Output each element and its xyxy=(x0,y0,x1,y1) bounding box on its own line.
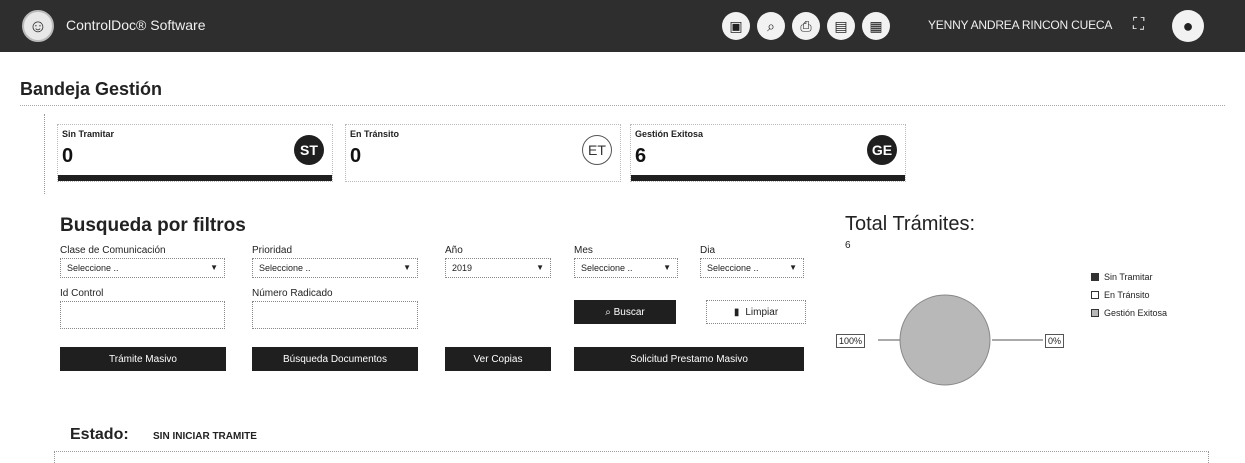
chart-title: Total Trámites: xyxy=(845,213,976,235)
numero-radicado-input[interactable] xyxy=(252,301,418,329)
report-icon[interactable]: ▦ xyxy=(862,12,890,40)
estado-label: Estado: xyxy=(70,426,129,443)
select-value: Seleccione .. xyxy=(67,263,119,273)
anio-label: Año xyxy=(445,245,463,256)
dia-label: Dia xyxy=(700,245,716,256)
prioridad-select[interactable]: Seleccione .. ▼ xyxy=(252,258,418,278)
legend-swatch xyxy=(1091,309,1099,317)
id-control-label: Id Control xyxy=(60,288,104,299)
clase-comunicacion-label: Clase de Comunicación xyxy=(60,245,166,256)
estado-value: SIN INICIAR TRAMITE xyxy=(153,431,257,442)
chevron-down-icon: ▼ xyxy=(210,263,218,272)
id-control-input[interactable] xyxy=(60,301,225,329)
card-gestion-exitosa[interactable]: Gestión Exitosa 6 GE xyxy=(630,124,906,182)
fullscreen-icon[interactable]: ⛶ xyxy=(1133,16,1144,34)
pie-label-right: 0% xyxy=(1045,334,1065,348)
legend-item-sin-tramitar[interactable]: Sin Tramitar xyxy=(1091,272,1153,282)
buscar-label: Buscar xyxy=(613,306,645,318)
select-value: Seleccione .. xyxy=(259,263,311,273)
chevron-down-icon: ▼ xyxy=(663,263,671,272)
buscar-button[interactable]: ⌕ Buscar xyxy=(574,300,676,324)
clase-comunicacion-select[interactable]: Seleccione .. ▼ xyxy=(60,258,225,278)
pie-label-left: 100% xyxy=(836,334,866,348)
card-label: En Tránsito xyxy=(350,129,400,139)
dia-select[interactable]: Seleccione .. ▼ xyxy=(700,258,804,278)
top-bar: ☺ ControlDoc® Software ▣ ⌕ ⎙ ▤ ▦ YENNY A… xyxy=(0,0,1245,52)
limpiar-label: Limpiar xyxy=(745,306,779,318)
numero-radicado-label: Número Radicado xyxy=(252,288,333,299)
legend-item-gestion-exitosa[interactable]: Gestión Exitosa xyxy=(1091,308,1167,318)
legend-swatch xyxy=(1091,291,1099,299)
busqueda-documentos-button[interactable]: Búsqueda Documentos xyxy=(252,347,418,371)
card-sin-tramitar[interactable]: Sin Tramitar 0 ST xyxy=(57,124,333,182)
card-value: 0 xyxy=(62,145,74,167)
legend-label: En Tránsito xyxy=(1104,290,1150,300)
card-value: 0 xyxy=(350,145,362,167)
chevron-down-icon: ▼ xyxy=(536,263,544,272)
chart-total: 6 xyxy=(845,240,851,251)
title-divider xyxy=(20,105,1225,106)
et-badge-icon: ET xyxy=(582,135,612,165)
st-badge-icon: ST xyxy=(294,135,324,165)
anio-select[interactable]: 2019 ▼ xyxy=(445,258,551,278)
chevron-down-icon: ▼ xyxy=(789,263,797,272)
tramite-masivo-button[interactable]: Trámite Masivo xyxy=(60,347,226,371)
legend-item-en-transito[interactable]: En Tránsito xyxy=(1091,290,1150,300)
card-bar xyxy=(58,175,332,181)
app-logo-icon[interactable]: ☺ xyxy=(22,10,54,42)
limpiar-button[interactable]: ▮ Limpiar xyxy=(706,300,806,324)
mes-label: Mes xyxy=(574,245,593,256)
solicitud-prestamo-masivo-button[interactable]: Solicitud Prestamo Masivo xyxy=(574,347,804,371)
legend-label: Sin Tramitar xyxy=(1104,272,1153,282)
prioridad-label: Prioridad xyxy=(252,245,293,256)
page-title: Bandeja Gestión xyxy=(20,79,163,99)
card-label: Gestión Exitosa xyxy=(635,129,704,139)
ge-badge-icon: GE xyxy=(867,135,897,165)
user-avatar-icon[interactable]: ● xyxy=(1172,10,1204,42)
search-icon[interactable]: ⌕ xyxy=(757,12,785,40)
card-en-transito[interactable]: En Tránsito 0 ET xyxy=(345,124,621,182)
legend-swatch xyxy=(1091,273,1099,281)
select-value: Seleccione .. xyxy=(707,263,759,273)
results-table xyxy=(54,451,1209,463)
document-icon[interactable]: ▣ xyxy=(722,12,750,40)
print-icon[interactable]: ⎙ xyxy=(792,12,820,40)
legend-label: Gestión Exitosa xyxy=(1104,308,1168,318)
ver-copias-button[interactable]: Ver Copias xyxy=(445,347,551,371)
card-label: Sin Tramitar xyxy=(62,129,115,139)
mes-select[interactable]: Seleccione .. ▼ xyxy=(574,258,678,278)
select-value: Seleccione .. xyxy=(581,263,633,273)
pie-slice-gestion-exitosa[interactable] xyxy=(899,294,991,386)
card-bar xyxy=(631,175,905,181)
trash-icon: ▮ xyxy=(733,306,740,318)
select-value: 2019 xyxy=(452,263,473,273)
chevron-down-icon: ▼ xyxy=(403,263,411,272)
user-name[interactable]: YENNY ANDREA RINCON CUECA xyxy=(928,18,1112,32)
app-title: ControlDoc® Software xyxy=(66,17,206,33)
search-icon: ⌕ xyxy=(605,306,611,318)
inbox-icon[interactable]: ▤ xyxy=(827,12,855,40)
filters-title: Busqueda por filtros xyxy=(60,215,246,236)
card-value: 6 xyxy=(635,145,647,167)
